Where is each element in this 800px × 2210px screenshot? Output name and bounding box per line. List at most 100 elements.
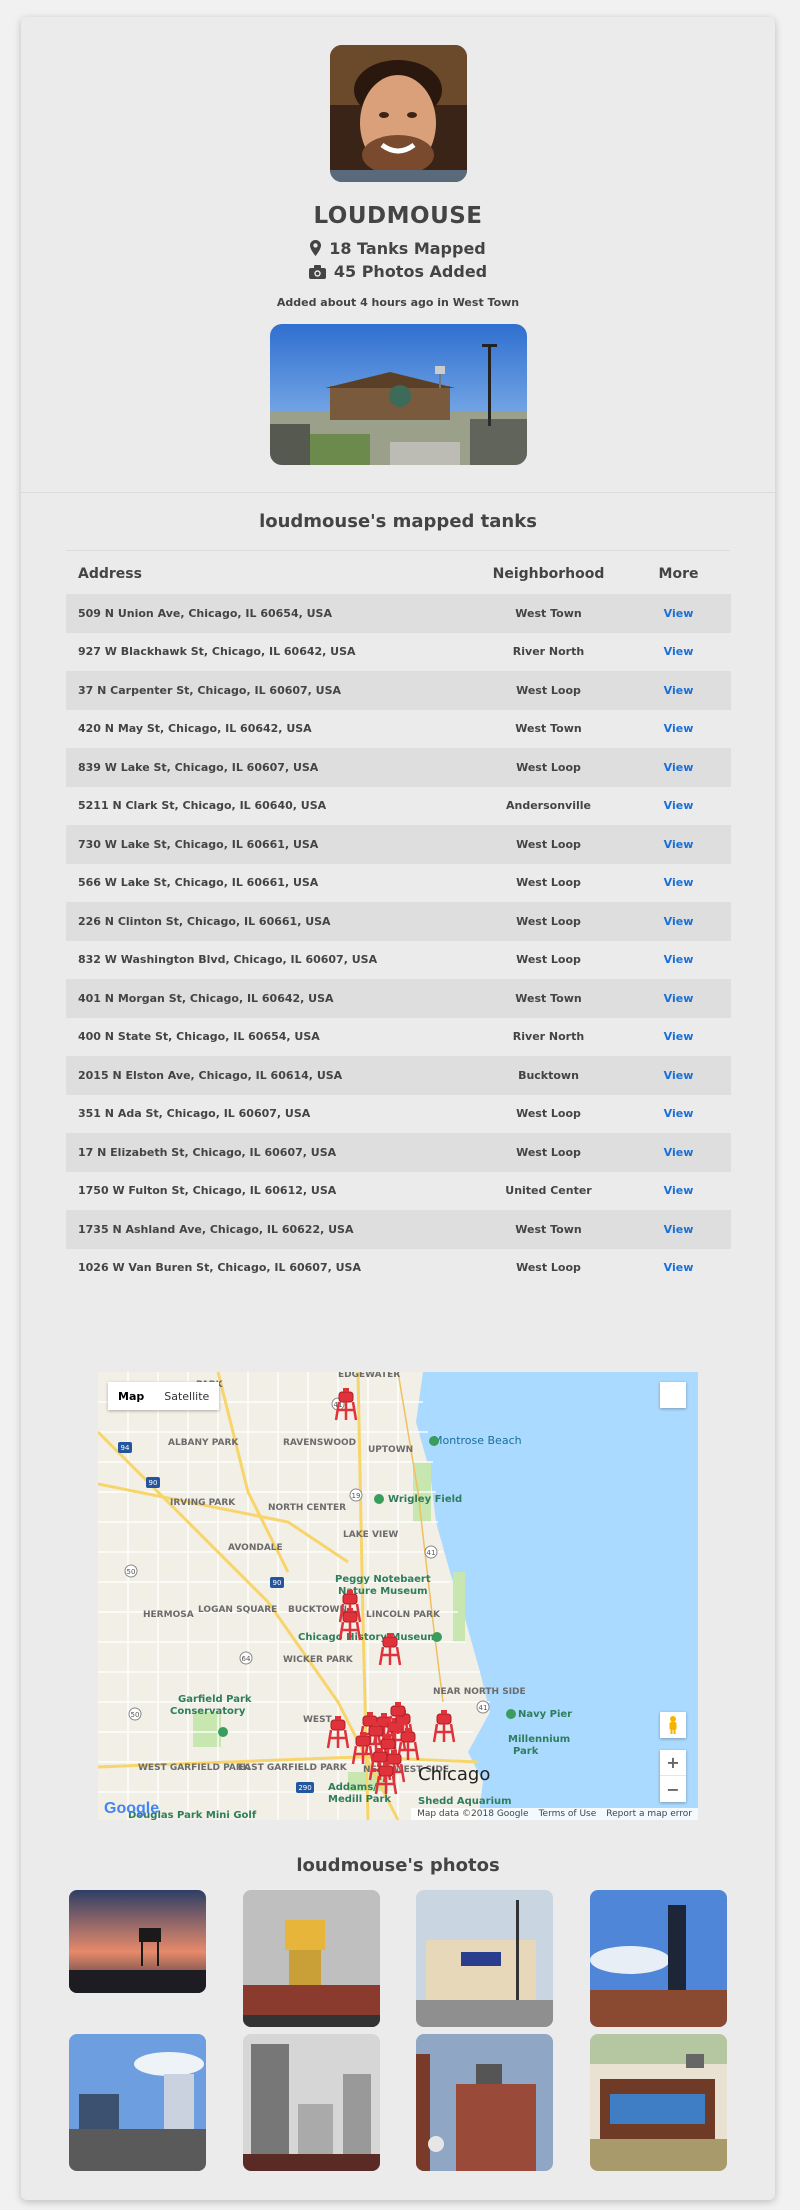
address-cell: 1026 W Van Buren St, Chicago, IL 60607, … bbox=[78, 1261, 361, 1275]
map-footer: Map data ©2018 Google Terms of Use Repor… bbox=[411, 1808, 698, 1820]
photos-added-label: 45 Photos Added bbox=[333, 262, 488, 281]
view-link[interactable]: View bbox=[626, 915, 731, 928]
table-row: 566 W Lake St, Chicago, IL 60661, USA Wes… bbox=[66, 864, 731, 903]
neighborhood-cell: West Loop bbox=[516, 1145, 581, 1159]
neighborhood-cell: West Loop bbox=[516, 837, 581, 851]
address-cell: 730 W Lake St, Chicago, IL 60661, USA bbox=[78, 837, 319, 851]
zoom-out-button[interactable]: − bbox=[660, 1776, 686, 1802]
view-link[interactable]: View bbox=[626, 722, 731, 735]
view-link[interactable]: View bbox=[626, 799, 731, 812]
neighborhood-cell: West Town bbox=[515, 991, 582, 1005]
header-address: Address bbox=[78, 566, 142, 582]
header-more: More bbox=[658, 566, 699, 582]
view-link[interactable]: View bbox=[626, 876, 731, 889]
map-type-toggle: Map Satellite bbox=[108, 1382, 220, 1410]
table-body: 509 N Union Ave, Chicago, IL 60654, USA W… bbox=[66, 594, 731, 1287]
map-type-satellite[interactable]: Satellite bbox=[154, 1390, 219, 1403]
neighborhood-cell: Bucktown bbox=[518, 1068, 579, 1082]
neighborhood-cell: Andersonville bbox=[506, 799, 591, 813]
address-cell: 2015 N Elston Ave, Chicago, IL 60614, US… bbox=[78, 1068, 343, 1082]
neighborhood-cell: West Loop bbox=[516, 914, 581, 928]
view-link[interactable]: View bbox=[626, 1184, 731, 1197]
view-link[interactable]: View bbox=[626, 1146, 731, 1159]
photo-thumbnail[interactable] bbox=[416, 1890, 553, 2027]
tanks-map[interactable]: EDGEWATER PARK ALBANY PARK RAVENSWOOD UP… bbox=[98, 1372, 698, 1820]
camera-icon bbox=[308, 264, 326, 283]
photo-thumbnail[interactable] bbox=[243, 2034, 380, 2171]
terms-link[interactable]: Terms of Use bbox=[539, 1809, 597, 1819]
neighborhood-cell: River North bbox=[512, 1030, 585, 1044]
zoom-in-button[interactable]: + bbox=[660, 1750, 686, 1776]
table-row: 1750 W Fulton St, Chicago, IL 60612, USA… bbox=[66, 1172, 731, 1211]
map-data-attribution: Map data ©2018 Google bbox=[417, 1809, 529, 1819]
address-cell: 832 W Washington Blvd, Chicago, IL 60607… bbox=[78, 953, 378, 967]
photo-thumbnail[interactable] bbox=[590, 1890, 727, 2027]
section-divider bbox=[21, 492, 775, 493]
view-link[interactable]: View bbox=[626, 645, 731, 658]
photos-added-stat: 45 Photos Added bbox=[21, 262, 775, 283]
latest-tank-photo[interactable] bbox=[270, 324, 527, 465]
table-row: 5211 N Clark St, Chicago, IL 60640, USA A… bbox=[66, 787, 731, 826]
address-cell: 839 W Lake St, Chicago, IL 60607, USA bbox=[78, 760, 319, 774]
view-link[interactable]: View bbox=[626, 1107, 731, 1120]
table-row: 927 W Blackhawk St, Chicago, IL 60642, U… bbox=[66, 633, 731, 672]
map-type-map[interactable]: Map bbox=[108, 1390, 154, 1403]
photo-thumbnail[interactable] bbox=[243, 1890, 380, 2027]
table-row: 509 N Union Ave, Chicago, IL 60654, USA W… bbox=[66, 594, 731, 633]
pegman-icon[interactable] bbox=[660, 1712, 686, 1738]
view-link[interactable]: View bbox=[626, 761, 731, 774]
view-link[interactable]: View bbox=[626, 684, 731, 697]
tank-marker-icon[interactable] bbox=[432, 1708, 456, 1744]
table-row: 400 N State St, Chicago, IL 60654, USA Ri… bbox=[66, 1018, 731, 1057]
address-cell: 226 N Clinton St, Chicago, IL 60661, USA bbox=[78, 914, 331, 928]
table-row: 420 N May St, Chicago, IL 60642, USA West… bbox=[66, 710, 731, 749]
table-row: 17 N Elizabeth St, Chicago, IL 60607, US… bbox=[66, 1133, 731, 1172]
tank-marker-icon[interactable] bbox=[378, 1631, 402, 1667]
neighborhood-cell: West Town bbox=[515, 722, 582, 736]
view-link[interactable]: View bbox=[626, 1223, 731, 1236]
address-cell: 351 N Ada St, Chicago, IL 60607, USA bbox=[78, 1107, 311, 1121]
tanks-mapped-label: 18 Tanks Mapped bbox=[329, 239, 486, 258]
view-link[interactable]: View bbox=[626, 992, 731, 1005]
view-link[interactable]: View bbox=[626, 607, 731, 620]
table-row: 351 N Ada St, Chicago, IL 60607, USA West… bbox=[66, 1095, 731, 1134]
fullscreen-button[interactable] bbox=[660, 1382, 686, 1408]
tank-marker-icon[interactable] bbox=[334, 1386, 358, 1422]
photo-thumbnail[interactable] bbox=[69, 2034, 206, 2171]
view-link[interactable]: View bbox=[626, 1030, 731, 1043]
view-link[interactable]: View bbox=[626, 1069, 731, 1082]
neighborhood-cell: West Loop bbox=[516, 760, 581, 774]
table-row: 839 W Lake St, Chicago, IL 60607, USA Wes… bbox=[66, 748, 731, 787]
neighborhood-cell: River North bbox=[512, 645, 585, 659]
photo-thumbnail[interactable] bbox=[590, 2034, 727, 2171]
tank-marker-icon[interactable] bbox=[326, 1714, 350, 1750]
address-cell: 509 N Union Ave, Chicago, IL 60654, USA bbox=[78, 606, 332, 620]
avatar bbox=[330, 45, 467, 182]
table-row: 401 N Morgan St, Chicago, IL 60642, USA W… bbox=[66, 979, 731, 1018]
table-header: Address Neighborhood More bbox=[66, 554, 731, 594]
header-neighborhood: Neighborhood bbox=[492, 566, 605, 582]
table-row: 2015 N Elston Ave, Chicago, IL 60614, US… bbox=[66, 1056, 731, 1095]
added-timestamp: Added about 4 hours ago in West Town bbox=[276, 296, 520, 309]
table-row: 226 N Clinton St, Chicago, IL 60661, USA… bbox=[66, 902, 731, 941]
table-divider bbox=[66, 550, 730, 551]
address-cell: 1735 N Ashland Ave, Chicago, IL 60622, U… bbox=[78, 1222, 354, 1236]
map-marker-icon bbox=[310, 240, 322, 260]
username: LOUDMOUSE bbox=[313, 203, 483, 229]
neighborhood-cell: West Loop bbox=[516, 953, 581, 967]
view-link[interactable]: View bbox=[626, 1261, 731, 1274]
view-link[interactable]: View bbox=[626, 838, 731, 851]
tanks-table: Address Neighborhood More 509 N Union Av… bbox=[66, 554, 731, 1287]
photo-thumbnail[interactable] bbox=[416, 2034, 553, 2171]
address-cell: 400 N State St, Chicago, IL 60654, USA bbox=[78, 1030, 320, 1044]
neighborhood-cell: West Loop bbox=[516, 1261, 581, 1275]
photo-thumbnail[interactable] bbox=[69, 1890, 206, 1993]
neighborhood-cell: West Loop bbox=[516, 876, 581, 890]
table-row: 1735 N Ashland Ave, Chicago, IL 60622, U… bbox=[66, 1210, 731, 1249]
mapped-tanks-title: loudmouse's mapped tanks bbox=[259, 511, 537, 532]
view-link[interactable]: View bbox=[626, 953, 731, 966]
table-row: 730 W Lake St, Chicago, IL 60661, USA Wes… bbox=[66, 825, 731, 864]
address-cell: 17 N Elizabeth St, Chicago, IL 60607, US… bbox=[78, 1145, 337, 1159]
google-logo-text: Google bbox=[104, 1800, 160, 1817]
report-error-link[interactable]: Report a map error bbox=[606, 1809, 692, 1819]
